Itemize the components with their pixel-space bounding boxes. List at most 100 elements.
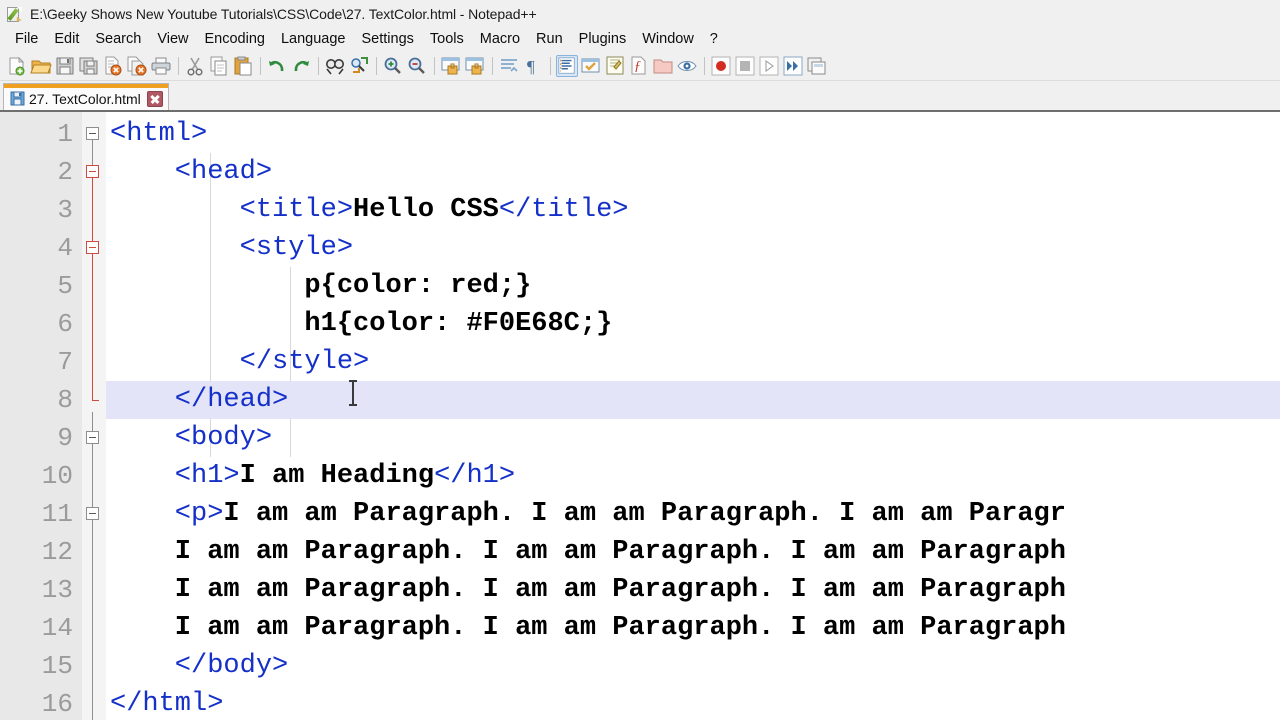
sync-horizontal-scrolling-icon[interactable] [464,55,486,77]
menu-item-search[interactable]: Search [87,30,149,50]
close-all-files-icon[interactable] [126,55,148,77]
svg-text:ƒ: ƒ [634,59,641,74]
close-file-icon[interactable] [102,55,124,77]
code-line-16[interactable]: </html> [106,685,1280,720]
toolbar-separator [318,57,319,75]
stop-recording-icon[interactable] [734,55,756,77]
line-number: 11 [0,495,82,533]
fold-spacer [82,305,106,343]
toolbar-separator [376,57,377,75]
line-number: 1 [0,115,82,153]
code-line-11[interactable]: <p>I am am Paragraph. I am am Paragraph.… [106,495,1280,533]
close-tab-icon[interactable] [147,91,163,107]
cut-icon[interactable] [184,55,206,77]
replace-icon[interactable] [348,55,370,77]
code-area[interactable]: <html> <head> <title>Hello CSS</title> <… [106,112,1280,720]
fold-spacer [82,267,106,305]
redo-icon[interactable] [290,55,312,77]
menu-item-edit[interactable]: Edit [46,30,87,50]
menu-bar: File Edit Search View Encoding Language … [0,28,1280,52]
window-title: E:\Geeky Shows New Youtube Tutorials\CSS… [30,6,537,22]
line-number: 10 [0,457,82,495]
show-ui-icon[interactable] [580,55,602,77]
fold-marker-line-11[interactable] [82,495,106,533]
fold-spacer [82,191,106,229]
paste-icon[interactable] [232,55,254,77]
line-number: 16 [0,685,82,720]
indent-guideline-icon[interactable] [556,55,578,77]
menu-item-view[interactable]: View [149,30,196,50]
save-icon[interactable] [54,55,76,77]
fold-marker-line-9[interactable] [82,419,106,457]
document-map-icon[interactable] [604,55,626,77]
menu-item-language[interactable]: Language [273,30,354,50]
tab-bar: 27. TextColor.html [0,81,1280,112]
function-list-icon[interactable]: ƒ [628,55,650,77]
document-preview-icon[interactable] [676,55,698,77]
menu-item-file[interactable]: File [7,30,46,50]
print-icon[interactable] [150,55,172,77]
toolbar-separator [178,57,179,75]
code-line-14[interactable]: I am am Paragraph. I am am Paragraph. I … [106,609,1280,647]
code-line-4[interactable]: <style> [106,229,1280,267]
code-line-1[interactable]: <html> [106,115,1280,153]
code-line-5[interactable]: p{color: red;} [106,267,1280,305]
line-number: 9 [0,419,82,457]
copy-icon[interactable] [208,55,230,77]
menu-item-window[interactable]: Window [634,30,702,50]
tab-textcolor-html[interactable]: 27. TextColor.html [3,83,169,110]
fold-marker-line-1[interactable] [82,115,106,153]
menu-item-plugins[interactable]: Plugins [571,30,635,50]
undo-icon[interactable] [266,55,288,77]
folder-as-workspace-icon[interactable] [652,55,674,77]
menu-item-run[interactable]: Run [528,30,571,50]
new-file-icon[interactable] [6,55,28,77]
line-number-gutter: 1 2 3 4 5 6 7 8 9 10 11 12 13 14 15 16 [0,112,82,720]
fold-margin[interactable] [82,112,106,720]
code-line-6[interactable]: h1{color: #F0E68C;} [106,305,1280,343]
toolbar-separator [434,57,435,75]
menu-item-settings[interactable]: Settings [353,30,421,50]
notepad-plus-plus-icon [6,6,23,23]
notepadpp-window: E:\Geeky Shows New Youtube Tutorials\CSS… [0,0,1280,720]
code-editor[interactable]: 1 2 3 4 5 6 7 8 9 10 11 12 13 14 15 16 [0,112,1280,720]
sync-vertical-scrolling-icon[interactable] [440,55,462,77]
find-icon[interactable] [324,55,346,77]
menu-item-help[interactable]: ? [702,30,726,50]
code-line-10[interactable]: <h1>I am Heading</h1> [106,457,1280,495]
save-all-icon[interactable] [78,55,100,77]
open-file-icon[interactable] [30,55,52,77]
code-line-9[interactable]: <body> [106,419,1280,457]
save-macro-icon[interactable] [806,55,828,77]
play-macro-icon[interactable] [758,55,780,77]
code-line-12[interactable]: I am am Paragraph. I am am Paragraph. I … [106,533,1280,571]
line-number: 6 [0,305,82,343]
run-macro-multiple-icon[interactable] [782,55,804,77]
line-number: 13 [0,571,82,609]
zoom-in-icon[interactable] [382,55,404,77]
line-number: 15 [0,647,82,685]
show-all-characters-icon[interactable]: ¶ [522,55,544,77]
line-number: 2 [0,153,82,191]
line-number: 14 [0,609,82,647]
title-bar: E:\Geeky Shows New Youtube Tutorials\CSS… [0,0,1280,28]
line-number: 3 [0,191,82,229]
fold-marker-line-4[interactable] [82,229,106,267]
menu-item-macro[interactable]: Macro [472,30,528,50]
toolbar-separator [492,57,493,75]
line-number: 4 [0,229,82,267]
code-line-2[interactable]: <head> [106,153,1280,191]
code-line-7[interactable]: </style> [106,343,1280,381]
code-line-13[interactable]: I am am Paragraph. I am am Paragraph. I … [106,571,1280,609]
zoom-out-icon[interactable] [406,55,428,77]
code-line-8[interactable]: </head> [106,381,1280,419]
toolbar-separator [550,57,551,75]
code-line-15[interactable]: </body> [106,647,1280,685]
menu-item-encoding[interactable]: Encoding [197,30,273,50]
word-wrap-icon[interactable] [498,55,520,77]
toolbar: ¶ [0,52,1280,81]
menu-item-tools[interactable]: Tools [422,30,472,50]
record-macro-icon[interactable] [710,55,732,77]
fold-marker-line-2[interactable] [82,153,106,191]
code-line-3[interactable]: <title>Hello CSS</title> [106,191,1280,229]
